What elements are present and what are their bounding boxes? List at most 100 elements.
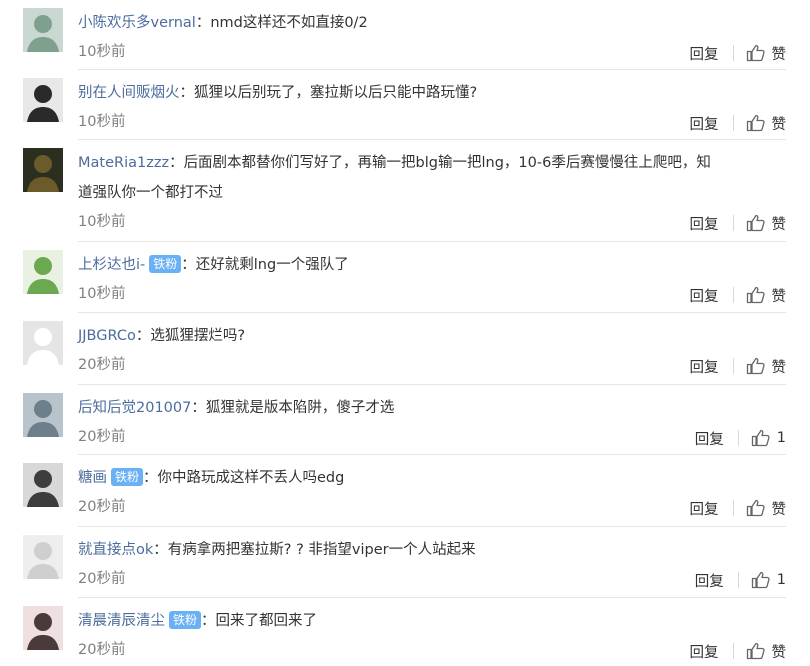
action-separator [732,115,734,131]
comment-text: 后面剧本都替你们写好了，再输一把blg输一把lng，10-6季后赛慢慢往上爬吧，… [183,155,711,171]
username-link[interactable]: 就直接点ok [78,542,153,558]
comment-body: 上杉达也i- 铁粉 ：还好就剩lng一个强队了 [78,250,778,280]
comment-text: 狐狸就是版本陷阱，傻子才选 [205,400,395,416]
like-count: 赞 [771,116,787,133]
comment-actions: 回复 赞 [690,213,787,234]
comment-text: nmd这样还不如直接0/2 [210,15,368,31]
avatar[interactable] [23,321,63,365]
like-button[interactable]: 赞 [746,641,786,662]
comment-actions: 回复 赞 [690,285,787,306]
reply-button[interactable]: 回复 [695,570,724,591]
like-count: 1 [776,572,786,588]
comment-item: 就直接点ok：有病拿两把塞拉斯? ? 非指望viper一个人站起来 20秒前 回… [0,527,810,598]
avatar[interactable] [23,606,63,650]
avatar[interactable] [23,148,63,192]
reply-button[interactable]: 回复 [690,498,719,519]
comment-text: 有病拿两把塞拉斯? ? 非指望viper一个人站起来 [167,542,476,558]
comment-body: JJBGRCo：选狐狸摆烂吗? [78,321,778,351]
avatar[interactable] [23,8,63,52]
username-link[interactable]: 后知后觉201007 [78,400,191,416]
timestamp: 20秒前 [78,499,126,515]
like-button[interactable]: 赞 [746,113,787,134]
action-separator [732,358,734,374]
action-separator [737,572,739,588]
avatar[interactable] [23,463,63,507]
like-count: 赞 [771,216,787,233]
comment-actions: 回复 赞 [690,43,786,64]
thumbs-up-icon [751,571,777,589]
timestamp: 10秒前 [78,214,126,230]
action-separator [732,215,734,231]
like-button[interactable]: 赞 [746,213,787,234]
action-separator [732,643,734,659]
avatar[interactable] [23,78,63,122]
reply-button[interactable]: 回复 [690,641,719,662]
comment-text: 选狐狸摆烂吗? [150,328,246,344]
timestamp: 20秒前 [78,642,126,658]
avatar[interactable] [23,535,63,579]
comment-body: 小陈欢乐多vernal：nmd这样还不如直接0/2 [78,8,778,38]
colon: ： [195,15,211,31]
comment-actions: 回复 1 [695,428,786,448]
username-link[interactable]: 小陈欢乐多vernal [78,15,196,31]
comment-item: 上杉达也i- 铁粉 ：还好就剩lng一个强队了 10秒前 回复 赞 [0,242,810,313]
thumbs-up-icon [746,114,772,132]
action-separator [732,500,734,516]
comment-actions: 回复 赞 [690,498,786,519]
like-count: 赞 [771,288,787,305]
comment-item: 糖画 铁粉 ：你中路玩成这样不丢人吗edg 20秒前 回复 赞 [0,455,810,527]
thumbs-up-icon [746,642,772,660]
reply-button[interactable]: 回复 [695,428,724,449]
avatar[interactable] [23,393,63,437]
comment-body: 糖画 铁粉 ：你中路玩成这样不丢人吗edg [78,463,778,493]
reply-button[interactable]: 回复 [690,113,719,134]
comment-actions: 回复 1 [695,570,786,590]
comment-item: 小陈欢乐多vernal：nmd这样还不如直接0/2 10秒前 回复 赞 [0,0,810,70]
reply-button[interactable]: 回复 [690,43,719,64]
like-button[interactable]: 赞 [746,43,786,64]
comment-text: 回来了都回来了 [215,613,318,629]
like-button[interactable]: 1 [751,571,786,589]
colon: ： [191,400,206,416]
action-separator [732,45,734,61]
thumbs-up-icon [751,429,777,447]
comment-body: MateRia1zzz：后面剧本都替你们写好了，再输一把blg输一把lng，10… [78,148,778,208]
comment-body: 就直接点ok：有病拿两把塞拉斯? ? 非指望viper一个人站起来 [78,535,778,565]
username-link[interactable]: 清晨清辰清尘 [78,613,165,629]
comment-item: 清晨清辰清尘 铁粉 ：回来了都回来了 20秒前 回复 赞 [0,598,810,666]
comment-body: 后知后觉201007：狐狸就是版本陷阱，傻子才选 [78,393,778,423]
username-link[interactable]: MateRia1zzz [78,155,169,171]
timestamp: 20秒前 [78,357,126,373]
username-link[interactable]: 上杉达也i- [78,257,145,273]
comment-item: 别在人间贩烟火：狐狸以后别玩了，塞拉斯以后只能中路玩懂? 10秒前 回复 赞 [0,70,810,140]
thumbs-up-icon [746,499,772,517]
comment-text-cont: 道强队你一个都打不过 [78,185,223,201]
colon: ： [201,613,216,629]
timestamp: 10秒前 [78,44,126,60]
comment-item: JJBGRCo：选狐狸摆烂吗? 20秒前 回复 赞 [0,313,810,385]
action-separator [732,287,734,303]
username-link[interactable]: 糖画 [78,470,107,486]
username-link[interactable]: 别在人间贩烟火 [78,85,180,101]
comment-text: 你中路玩成这样不丢人吗edg [157,470,345,486]
colon: ： [143,470,158,486]
comment-actions: 回复 赞 [690,113,787,134]
like-button[interactable]: 1 [751,429,786,447]
colon: ： [179,85,195,101]
like-button[interactable]: 赞 [746,285,787,306]
avatar[interactable] [23,250,63,294]
reply-button[interactable]: 回复 [690,213,719,234]
comment-text: 狐狸以后别玩了，塞拉斯以后只能中路玩懂? [194,85,478,101]
thumbs-up-icon [746,214,772,232]
comment-item: MateRia1zzz：后面剧本都替你们写好了，再输一把blg输一把lng，10… [0,140,810,242]
reply-button[interactable]: 回复 [690,285,719,306]
colon: ： [169,155,184,171]
timestamp: 10秒前 [78,286,126,302]
colon: ： [153,542,168,558]
like-button[interactable]: 赞 [746,356,787,377]
username-link[interactable]: JJBGRCo [78,328,136,344]
reply-button[interactable]: 回复 [690,356,719,377]
like-count: 赞 [771,359,787,376]
like-button[interactable]: 赞 [746,498,786,519]
comment-actions: 回复 赞 [690,356,787,377]
